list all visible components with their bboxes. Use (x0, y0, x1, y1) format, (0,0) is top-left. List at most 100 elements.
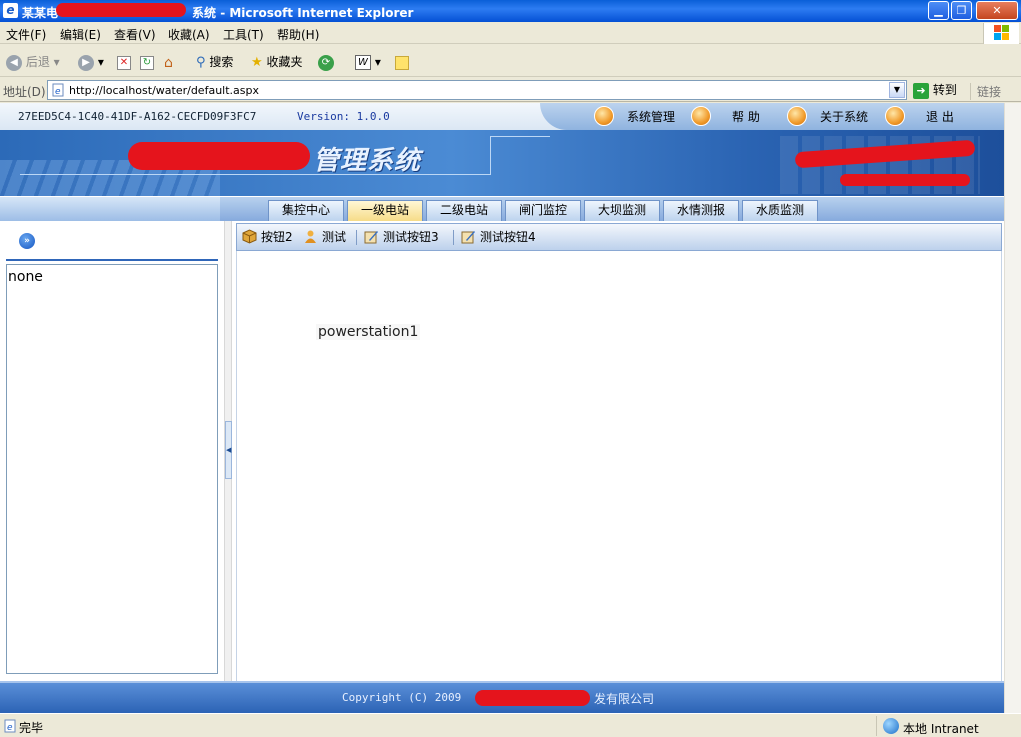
back-button[interactable]: ◀ 后退 ▾ (6, 53, 60, 71)
go-button[interactable]: ➜ 转到 (913, 81, 957, 99)
links-button[interactable]: 链接 (970, 83, 1001, 100)
nav-orb-icon (691, 106, 711, 126)
nav-system-manage[interactable]: 系统管理 (627, 108, 675, 125)
window-title-bar[interactable]: e 某某电 系统 - Microsoft Internet Explorer ▁ … (0, 0, 1021, 22)
redaction-mark (56, 3, 186, 17)
session-guid: 27EED5C4-1C40-41DF-A162-CECFD09F3FC7 (18, 110, 257, 123)
tab-level1-station[interactable]: 一级电站 (347, 200, 423, 221)
nav-about[interactable]: 关于系统 (820, 108, 868, 125)
favorites-button[interactable]: ★ 收藏夹 (251, 53, 303, 71)
edit-icon (461, 231, 475, 244)
windows-flag-icon (994, 25, 1010, 41)
main-panel: 按钮2 测试 测试按钮3 测试按钮4 powerstation1 (232, 221, 1004, 681)
test-button-4[interactable]: 测试按钮4 (461, 229, 536, 246)
banner: 管理系统 (0, 130, 1004, 196)
header-strip: 27EED5C4-1C40-41DF-A162-CECFD09F3FC7 Ver… (0, 103, 1004, 130)
menu-favorites[interactable]: 收藏(A) (168, 26, 210, 43)
redaction-mark (840, 174, 970, 186)
address-input[interactable] (69, 82, 869, 98)
tab-row-left (0, 197, 220, 221)
page-footer: Copyright (C) 2009 发有限公司 (0, 681, 1004, 713)
search-icon: ⚲ (196, 55, 206, 70)
menu-edit[interactable]: 编辑(E) (60, 26, 101, 43)
tab-dam-monitor[interactable]: 大坝监测 (584, 200, 660, 221)
stop-icon: ✕ (117, 55, 131, 70)
redaction-mark (475, 690, 590, 706)
word-icon: W (355, 55, 371, 70)
nav-orb-icon (594, 106, 614, 126)
tab-water-quality[interactable]: 水质监测 (742, 200, 818, 221)
svg-text:e: e (55, 87, 61, 97)
address-dropdown-icon[interactable]: ▼ (889, 82, 905, 98)
collapse-handle-icon[interactable]: ◀ (225, 421, 232, 479)
tree-box[interactable]: none (6, 264, 218, 674)
left-panel: » none (0, 221, 224, 681)
nav-help[interactable]: 帮 助 (732, 108, 760, 125)
content-label: powerstation1 (316, 324, 421, 340)
banner-title: 管理系统 (313, 146, 422, 176)
nav-logout[interactable]: 退 出 (926, 108, 954, 125)
toolbar-separator (356, 230, 357, 245)
edit-icon (364, 231, 378, 244)
intranet-globe-icon (883, 718, 899, 734)
tab-row: 集控中心 一级电站 二级电站 闸门监控 大坝监测 水情测报 水质监测 (0, 196, 1004, 221)
close-button[interactable]: ✕ (976, 1, 1018, 20)
left-divider (6, 259, 218, 261)
security-zone: 本地 Intranet (876, 716, 1021, 736)
nav-orb-icon (787, 106, 807, 126)
tab-water-forecast[interactable]: 水情测报 (663, 200, 739, 221)
test-button-3[interactable]: 测试按钮3 (364, 229, 439, 246)
banner-line (490, 136, 491, 175)
browser-toolbar: ◀ 后退 ▾ ▶ ▾ ✕ ↻ ⌂ ⚲ 搜索 ★ 收藏夹 ⟳ W ▾ (0, 45, 1021, 77)
search-button[interactable]: ⚲ 搜索 (196, 53, 233, 71)
media-button[interactable]: ⟳ (318, 53, 334, 71)
notes-button[interactable] (395, 53, 409, 71)
internet-explorer-icon: e (3, 3, 18, 18)
tree-text: none (8, 269, 43, 285)
redaction-mark (128, 142, 310, 170)
forward-arrow-icon: ▶ (78, 54, 94, 71)
nav-orb-icon (885, 106, 905, 126)
copyright-text: Copyright (C) 2009 (342, 691, 462, 704)
address-label: 地址(D) (3, 85, 46, 99)
menu-help[interactable]: 帮助(H) (277, 26, 319, 43)
address-box[interactable]: e ▼ (47, 80, 907, 100)
toolbar-separator (453, 230, 454, 245)
tab-gate-monitor[interactable]: 闸门监控 (505, 200, 581, 221)
company-name-suffix: 发有限公司 (594, 692, 655, 706)
word-button[interactable]: W ▾ (355, 53, 381, 71)
refresh-button[interactable]: ↻ (140, 53, 154, 71)
media-icon: ⟳ (318, 54, 334, 71)
note-icon (395, 55, 409, 70)
main-toolbar: 按钮2 测试 测试按钮3 测试按钮4 (236, 223, 1002, 251)
button-2[interactable]: 按钮2 (242, 229, 293, 246)
expand-icon[interactable]: » (19, 233, 35, 249)
box-icon (242, 229, 257, 244)
back-arrow-icon: ◀ (6, 54, 22, 71)
page-done-icon: e (4, 719, 16, 733)
test-button[interactable]: 测试 (303, 229, 346, 246)
panel-splitter[interactable]: ◀ (224, 221, 232, 681)
home-icon: ⌂ (164, 54, 173, 71)
maximize-button[interactable]: ❐ (951, 1, 972, 20)
tab-level2-station[interactable]: 二级电站 (426, 200, 502, 221)
address-bar: 地址(D) e ▼ ➜ 转到 链接 (0, 78, 1021, 102)
status-text: 完毕 (19, 721, 44, 735)
web-page: 27EED5C4-1C40-41DF-A162-CECFD09F3FC7 Ver… (0, 103, 1004, 713)
menu-view[interactable]: 查看(V) (114, 26, 156, 43)
tab-control-center[interactable]: 集控中心 (268, 200, 344, 221)
windows-logo (983, 23, 1019, 44)
stop-button[interactable]: ✕ (117, 53, 131, 71)
vertical-scrollbar[interactable] (1004, 103, 1021, 713)
forward-button[interactable]: ▶ ▾ (78, 53, 104, 71)
zone-text: 本地 Intranet (903, 722, 979, 736)
menu-tools[interactable]: 工具(T) (223, 26, 264, 43)
minimize-button[interactable]: ▁ (928, 1, 949, 20)
go-arrow-icon: ➜ (913, 82, 929, 99)
home-button[interactable]: ⌂ (164, 53, 180, 71)
main-content-area (236, 251, 1002, 681)
refresh-icon: ↻ (140, 55, 154, 70)
status-bar: e 完毕 本地 Intranet (0, 713, 1021, 737)
user-icon (305, 230, 316, 243)
menu-file[interactable]: 文件(F) (6, 26, 46, 43)
